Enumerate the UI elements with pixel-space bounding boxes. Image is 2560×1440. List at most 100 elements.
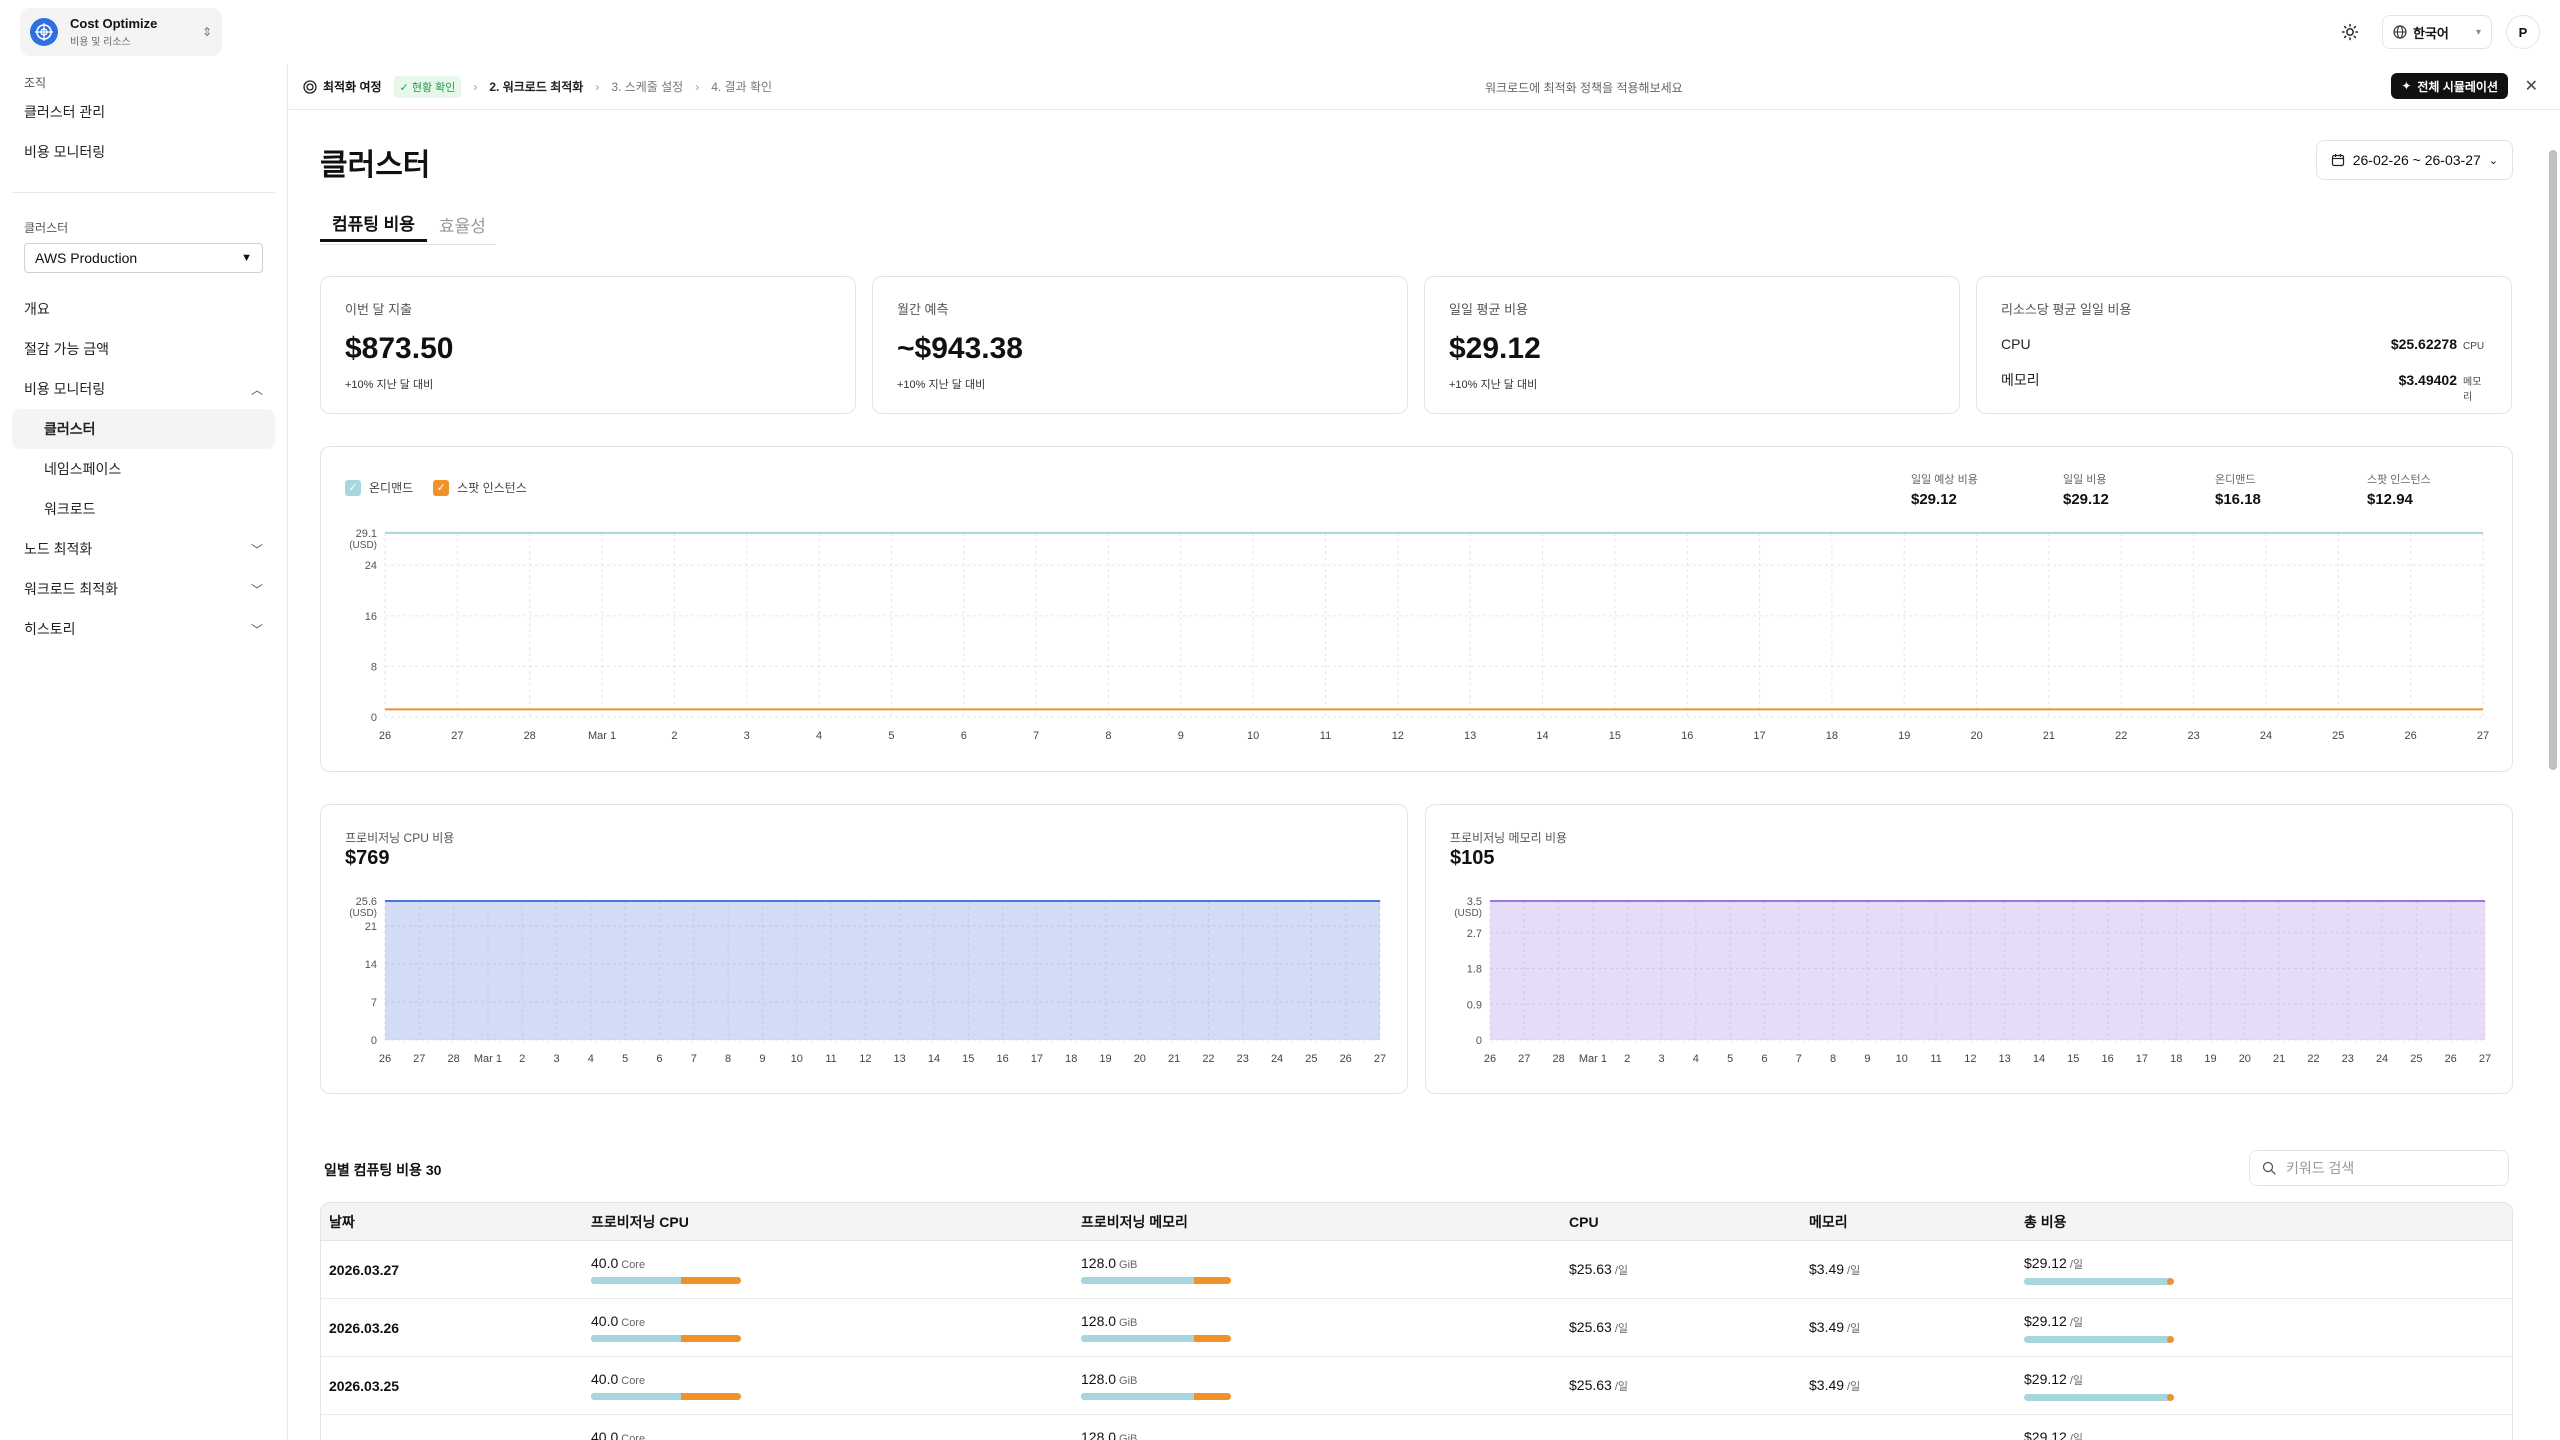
- org-switcher[interactable]: Cost Optimize 비용 및 리소스 ⇕: [20, 8, 222, 56]
- x-tick-label: 5: [1727, 1053, 1733, 1065]
- x-tick-label: 22: [2307, 1053, 2319, 1065]
- resource-label: CPU: [2001, 336, 2031, 352]
- search-box[interactable]: [2249, 1150, 2509, 1186]
- provisioned-memory-area-chart: 3.52.71.80.90(USD)26 27 28 Mar 1 2 3 4 5 6 7 8 9 10 1…: [1454, 896, 2491, 1065]
- x-tick-label: 22: [1202, 1053, 1214, 1065]
- sidebar-item-cluster-management[interactable]: 클러스터 관리: [12, 92, 275, 132]
- unit-label: /일: [2069, 1432, 2084, 1440]
- y-tick-label: 3.5: [1467, 896, 1482, 908]
- table-row[interactable]: 2026.03.26 40.0 Core 128.0 GiB $25.63/일 $3…: [321, 1299, 2512, 1357]
- sidebar-item-savings[interactable]: 절감 가능 금액: [12, 329, 275, 369]
- compute-cost-line-chart: 29.1241680(USD)26 27 28 Mar 1 2 3 4 5 6 7 8 9 10 11 12…: [349, 528, 2489, 742]
- x-tick-label: 27: [1374, 1053, 1386, 1065]
- sidebar-item-namespace[interactable]: 네임스페이스: [12, 449, 275, 489]
- stat-label: 월간 예측: [897, 302, 949, 317]
- total-cost-cell: $29.12/일: [2024, 1371, 2512, 1401]
- unit-label: Core: [621, 1259, 646, 1271]
- sidebar-item-overview[interactable]: 개요: [12, 289, 275, 329]
- language-select[interactable]: 한국어 ▾: [2382, 15, 2492, 49]
- x-tick-label: 25: [2410, 1053, 2422, 1065]
- date-range-picker[interactable]: 26-02-26 ~ 26-03-27 ⌄: [2315, 140, 2513, 180]
- ondemand-bar-fill: [1081, 1393, 1194, 1400]
- x-tick-label: Mar 1: [474, 1053, 502, 1065]
- column-header-memory[interactable]: 메모리: [1809, 1212, 2024, 1232]
- full-simulation-button[interactable]: ✦ 전체 시뮬레이션: [2391, 73, 2508, 99]
- area-fill: [1490, 901, 2485, 1040]
- area-fill: [385, 901, 1380, 1040]
- column-header-date[interactable]: 날짜: [321, 1212, 591, 1232]
- search-input[interactable]: [2286, 1160, 2486, 1176]
- column-header-prov-cpu[interactable]: 프로비저닝 CPU: [591, 1212, 1081, 1232]
- scrollbar[interactable]: [2546, 70, 2560, 1440]
- spot-bar-cap: [2167, 1335, 2174, 1343]
- table-row[interactable]: 2026.03.25 40.0 Core 128.0 GiB $25.63/일 $3…: [321, 1357, 2512, 1415]
- x-tick-label: 13: [1999, 1053, 2011, 1065]
- stat-label: 일일 평균 비용: [1449, 302, 1528, 317]
- spot-bar-cap: [2167, 1393, 2174, 1401]
- x-tick-label: 8: [1830, 1053, 1836, 1065]
- cluster-select[interactable]: AWS Production ▼: [24, 243, 263, 273]
- prov-memory-cell: 128.0 GiB: [1081, 1371, 1569, 1400]
- stat-label: 이번 달 지출: [345, 302, 413, 317]
- chevron-down-icon: ▾: [2475, 26, 2481, 38]
- app-subtitle: 비용 및 리소스: [70, 37, 131, 48]
- sidebar-item-workload[interactable]: 워크로드: [12, 489, 275, 529]
- sidebar-item-node-optimization[interactable]: 노드 최적화 ﹀: [12, 529, 275, 569]
- ondemand-bar-fill: [591, 1335, 681, 1342]
- x-tick-label: 24: [2260, 730, 2272, 742]
- x-tick-label: 28: [1552, 1053, 1564, 1065]
- column-header-prov-memory[interactable]: 프로비저닝 메모리: [1081, 1212, 1569, 1232]
- chevron-down-icon: ﹀: [250, 582, 263, 597]
- stat-card-daily-average: 일일 평균 비용 $29.12 +10% 지난 달 대비: [1424, 276, 1960, 414]
- total-cost-bar: [2024, 1335, 2174, 1343]
- close-icon[interactable]: ✕: [2525, 76, 2538, 96]
- table-row[interactable]: 40.0 Core 128.0 GiB $29.12/일: [321, 1415, 2512, 1440]
- target-icon: [303, 79, 317, 94]
- sidebar-item-cost-monitoring[interactable]: 비용 모니터링 ︿: [12, 369, 275, 409]
- stat-card-this-month: 이번 달 지출 $873.50 +10% 지난 달 대비: [320, 276, 856, 414]
- x-tick-label: 8: [1105, 730, 1111, 742]
- sidebar-item-label: 비용 모니터링: [24, 144, 106, 160]
- resource-label: 메모리: [2001, 372, 2040, 388]
- column-header-cpu[interactable]: CPU: [1569, 1214, 1809, 1230]
- prov-cpu-cell: 40.0 Core: [591, 1429, 1081, 1440]
- tab-efficiency[interactable]: 효율성: [427, 206, 498, 242]
- x-tick-label: 24: [1271, 1053, 1283, 1065]
- x-tick-label: 9: [759, 1053, 765, 1065]
- x-tick-label: 6: [656, 1053, 662, 1065]
- sidebar-item-label: 히스토리: [24, 621, 76, 637]
- top-bar: Cost Optimize 비용 및 리소스 ⇕ 한국어 ▾ P: [0, 0, 2560, 64]
- x-tick-label: 20: [1134, 1053, 1146, 1065]
- avatar[interactable]: P: [2506, 15, 2540, 49]
- tab-compute-cost[interactable]: 컴퓨팅 비용: [320, 206, 427, 242]
- x-tick-label: 25: [1305, 1053, 1317, 1065]
- scrollbar-thumb[interactable]: [2549, 150, 2557, 770]
- globe-icon: [2393, 25, 2407, 39]
- y-tick-label: 2.7: [1467, 928, 1482, 940]
- page-title: 클러스터: [320, 149, 431, 182]
- journey-step-4[interactable]: 4. 결과 확인: [711, 78, 772, 95]
- sidebar-item-cluster[interactable]: 클러스터: [12, 409, 275, 449]
- tab-bar: 컴퓨팅 비용 효율성: [320, 206, 498, 242]
- column-header-total[interactable]: 총 비용: [2024, 1212, 2512, 1232]
- resource-row-memory: 메모리 $3.49402 메모리: [2001, 370, 2487, 403]
- theme-toggle-button[interactable]: [2332, 14, 2368, 50]
- chevron-updown-icon: ⇕: [201, 25, 212, 39]
- sidebar-item-cost-monitoring-org[interactable]: 비용 모니터링: [12, 132, 275, 172]
- y-tick-label: 0.9: [1467, 999, 1482, 1011]
- sidebar-item-workload-optimization[interactable]: 워크로드 최적화 ﹀: [12, 569, 275, 609]
- journey-step-2[interactable]: 2. 워크로드 최적화: [489, 78, 583, 95]
- x-tick-label: 10: [1896, 1053, 1908, 1065]
- x-tick-label: 3: [553, 1053, 559, 1065]
- x-tick-label: 16: [996, 1053, 1008, 1065]
- x-tick-label: 27: [1518, 1053, 1530, 1065]
- y-tick-label: 29.1: [356, 528, 377, 540]
- journey-step-1[interactable]: ✓ 현황 확인: [393, 75, 462, 98]
- table-row[interactable]: 2026.03.27 40.0 Core 128.0 GiB $25.63/일 $3…: [321, 1241, 2512, 1299]
- x-tick-label: 23: [1237, 1053, 1249, 1065]
- provisioned-cpu-chart-card: 프로비저닝 CPU 비용 $769 25.6 21 14 7 0 (USD) 26 27 28 M…: [320, 804, 1408, 1094]
- cost-value: $3.49/일: [1809, 1319, 1861, 1335]
- ondemand-spot-bar: [1081, 1277, 1231, 1284]
- journey-step-3[interactable]: 3. 스케줄 설정: [611, 78, 683, 95]
- sidebar-item-history[interactable]: 히스토리 ﹀: [12, 609, 275, 649]
